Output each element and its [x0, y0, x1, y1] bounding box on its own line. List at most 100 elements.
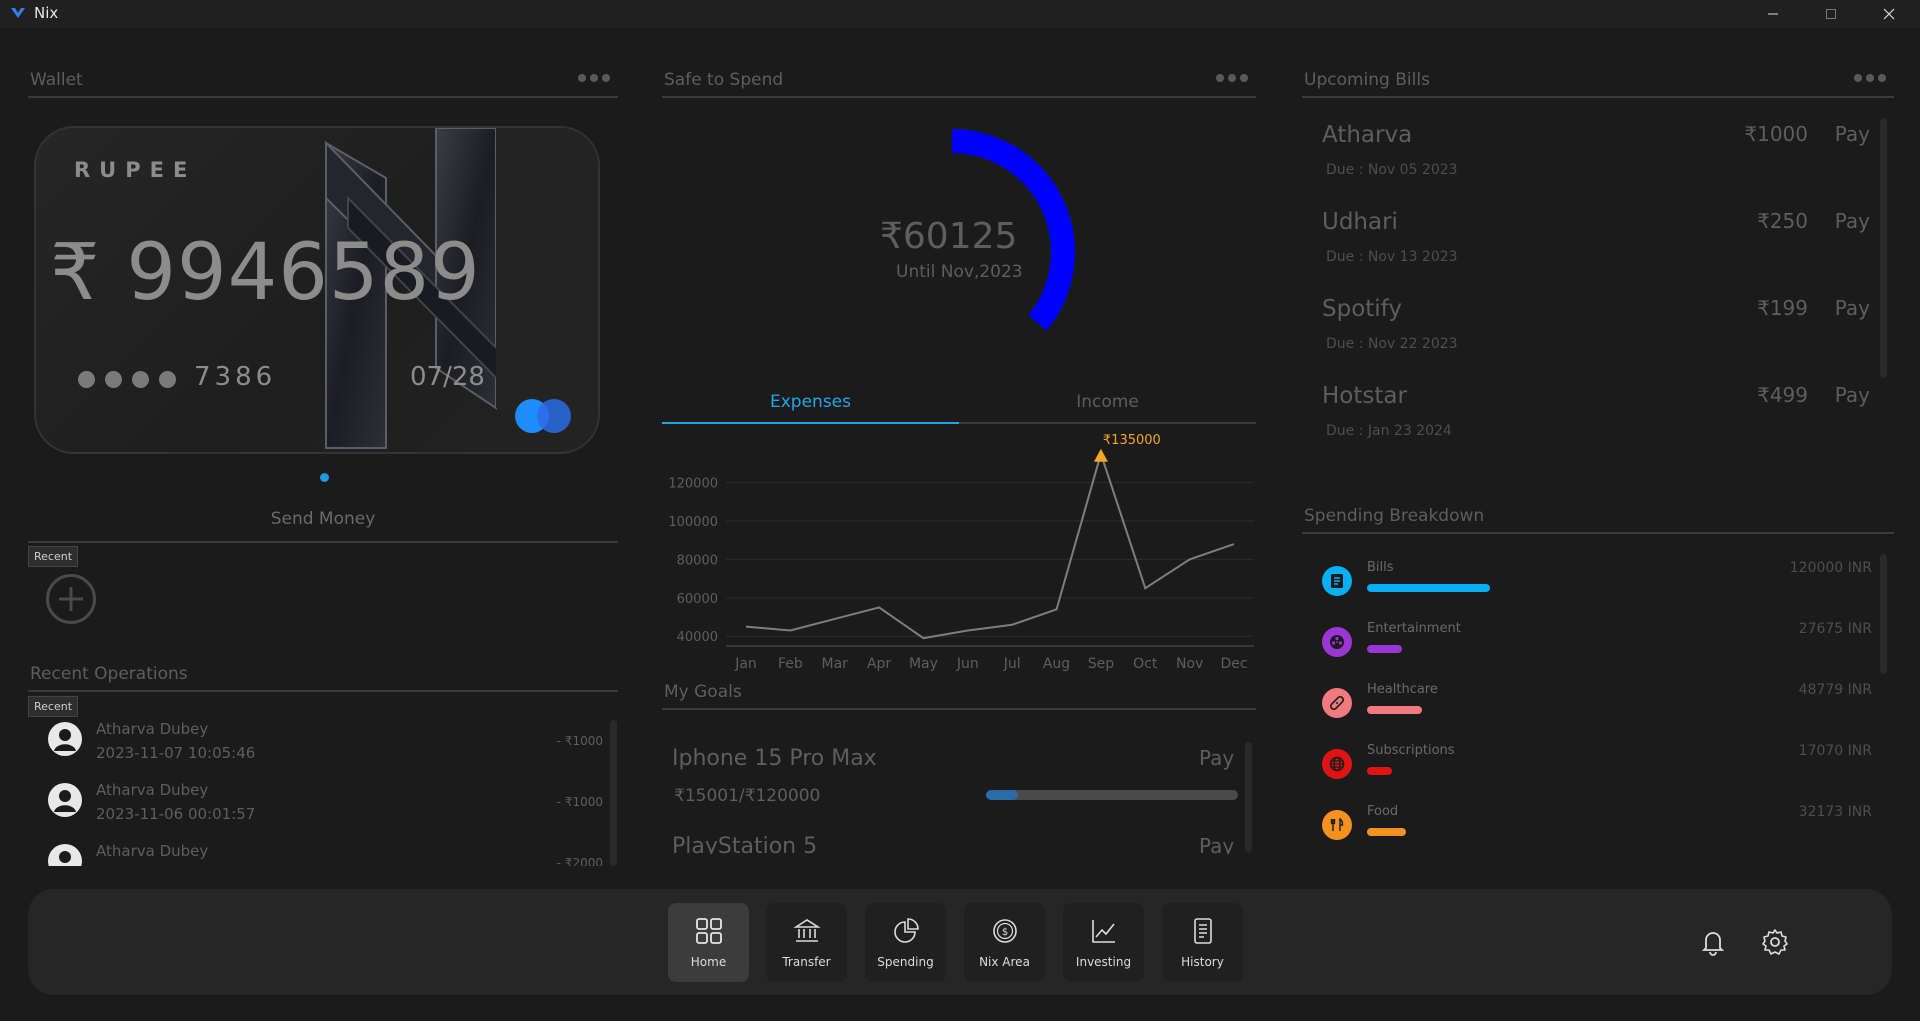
goal-progress-fill	[986, 790, 1018, 800]
user-icon	[54, 790, 76, 812]
card-last4: 7386	[194, 362, 277, 392]
spending-item[interactable]: Bills 120000 INR	[1322, 560, 1872, 620]
spending-item[interactable]: Food 32173 INR	[1322, 804, 1872, 864]
x-tick-label: Sep	[1088, 656, 1115, 672]
expenses-chart: 40000 60000 80000 100000 120000 Jan Feb Mar Apr…	[668, 433, 1254, 672]
bill-pay-button[interactable]: Pay	[1835, 209, 1870, 233]
nav-history[interactable]: History	[1162, 903, 1243, 982]
bottom-nav-bar: Home Transfer Spending $ Nix Area Invest…	[28, 889, 1892, 995]
safe-to-spend-more-button[interactable]	[1216, 74, 1248, 82]
wallet-card[interactable]: RUPEE ₹ 9946589 7386 07/28	[34, 126, 600, 454]
nav-investing[interactable]: Investing	[1063, 903, 1144, 982]
bill-amount: ₹199	[1757, 296, 1808, 320]
tab-expenses[interactable]: Expenses	[662, 392, 959, 424]
tab-income[interactable]: Income	[959, 392, 1256, 412]
operation-name: Atharva Dubey	[96, 842, 209, 860]
goal-progress-bar	[986, 790, 1238, 800]
settings-button[interactable]	[1760, 927, 1790, 957]
operation-name: Atharva Dubey	[96, 720, 209, 738]
goal-pay-button[interactable]: Pay	[1199, 834, 1234, 854]
svg-text:$: $	[1002, 927, 1008, 938]
nav-nix-area[interactable]: $ Nix Area	[964, 903, 1045, 982]
operation-row[interactable]: Atharva Dubey - ₹2000	[48, 842, 603, 866]
bill-pay-button[interactable]: Pay	[1835, 296, 1870, 320]
recent-operations-scrollbar[interactable]	[610, 720, 617, 866]
nav-home[interactable]: Home	[668, 903, 749, 982]
operation-time: 2023-11-06 00:01:57	[96, 805, 256, 823]
nav-label: Nix Area	[979, 955, 1030, 969]
operation-row[interactable]: Atharva Dubey 2023-11-06 00:01:57 - ₹100…	[48, 781, 603, 841]
operation-amount: - ₹1000	[556, 795, 603, 809]
upcoming-bills-title: Upcoming Bills	[1304, 70, 1430, 90]
card-currency: RUPEE	[74, 158, 197, 182]
expense-income-tabs: Expenses Income	[662, 388, 1256, 424]
x-tick-label: Nov	[1176, 656, 1203, 672]
receipt-icon	[1194, 918, 1212, 944]
coin-icon: $	[993, 919, 1017, 943]
bill-due: Due : Nov 13 2023	[1326, 249, 1458, 265]
bill-item[interactable]: Udhari Due : Nov 13 2023 ₹250 Pay	[1322, 209, 1870, 296]
spending-bar	[1367, 767, 1392, 775]
spending-amount: 27675 INR	[1798, 621, 1872, 637]
maximize-button[interactable]	[1802, 0, 1860, 28]
close-button[interactable]	[1860, 0, 1918, 28]
upcoming-bills-more-button[interactable]	[1854, 74, 1886, 82]
film-reel-icon	[1322, 627, 1352, 657]
nav-label: Spending	[877, 955, 934, 969]
goals-list[interactable]: Iphone 15 Pro Max Pay ₹15001/₹120000 Pla…	[662, 712, 1240, 854]
grid-icon	[696, 918, 722, 944]
nav-label: Transfer	[782, 955, 831, 969]
bills-scrollbar[interactable]	[1880, 118, 1887, 378]
peak-marker[interactable]	[1093, 448, 1108, 462]
bill-pay-button[interactable]: Pay	[1835, 383, 1870, 407]
card-balance: ₹ 9946589	[50, 228, 481, 318]
bill-due: Due : Nov 05 2023	[1326, 162, 1458, 178]
x-tick-label: Jan	[734, 656, 757, 672]
bill-item[interactable]: Hotstar Due : Jan 23 2024 ₹499 Pay	[1322, 383, 1870, 470]
bill-item[interactable]: Atharva Due : Nov 05 2023 ₹1000 Pay	[1322, 122, 1870, 209]
nav-transfer[interactable]: Transfer	[766, 903, 847, 982]
spending-label: Bills	[1367, 560, 1394, 575]
add-recipient-button[interactable]	[46, 574, 96, 624]
goals-header: My Goals	[662, 678, 1256, 710]
spending-item[interactable]: Entertainment 27675 INR	[1322, 621, 1872, 681]
card-network-icon	[515, 399, 571, 433]
operation-row[interactable]: Atharva Dubey 2023-11-07 10:05:46 - ₹100…	[48, 720, 603, 780]
minimize-button[interactable]	[1744, 0, 1802, 28]
bill-item[interactable]: Spotify Due : Nov 22 2023 ₹199 Pay	[1322, 296, 1870, 383]
operation-time: 2023-11-07 10:05:46	[96, 744, 256, 762]
user-icon	[59, 851, 71, 863]
card-pager-dot[interactable]	[320, 473, 329, 482]
recent-ops-tooltip: Recent	[28, 696, 79, 717]
spending-scrollbar[interactable]	[1880, 554, 1887, 674]
wallet-more-button[interactable]	[578, 74, 610, 82]
spending-item[interactable]: Subscriptions 17070 INR	[1322, 743, 1872, 803]
x-tick-label: Aug	[1043, 656, 1070, 672]
avatar	[48, 844, 82, 866]
avatar	[48, 783, 82, 817]
x-tick-label: Feb	[778, 656, 803, 672]
send-money-button[interactable]: Send Money	[28, 503, 618, 543]
goals-scrollbar[interactable]	[1245, 742, 1252, 852]
x-tick-label: Jul	[1003, 656, 1021, 672]
recent-operations-list[interactable]: Atharva Dubey 2023-11-07 10:05:46 - ₹100…	[28, 718, 608, 866]
nav-spending[interactable]: Spending	[865, 903, 946, 982]
bills-list[interactable]: Atharva Due : Nov 05 2023 ₹1000 Pay Udha…	[1302, 114, 1874, 482]
operation-name: Atharva Dubey	[96, 781, 209, 799]
spending-bar	[1367, 828, 1406, 836]
upcoming-bills-header: Upcoming Bills	[1302, 66, 1894, 98]
recent-operations-title: Recent Operations	[30, 664, 188, 684]
bill-amount: ₹250	[1757, 209, 1808, 233]
y-tick-label: 80000	[677, 553, 718, 568]
bill-due: Due : Nov 22 2023	[1326, 336, 1458, 352]
x-tick-label: Oct	[1133, 656, 1158, 672]
notifications-button[interactable]	[1698, 927, 1728, 957]
goal-pay-button[interactable]: Pay	[1199, 746, 1234, 770]
bill-due: Due : Jan 23 2024	[1326, 423, 1452, 439]
wallet-header: Wallet	[28, 66, 618, 98]
goal-progress-text: ₹15001/₹120000	[674, 786, 821, 806]
bill-pay-button[interactable]: Pay	[1835, 122, 1870, 146]
spending-item[interactable]: Healthcare 48779 INR	[1322, 682, 1872, 742]
safe-to-spend-header: Safe to Spend	[662, 66, 1256, 98]
x-tick-label: Dec	[1220, 656, 1247, 672]
